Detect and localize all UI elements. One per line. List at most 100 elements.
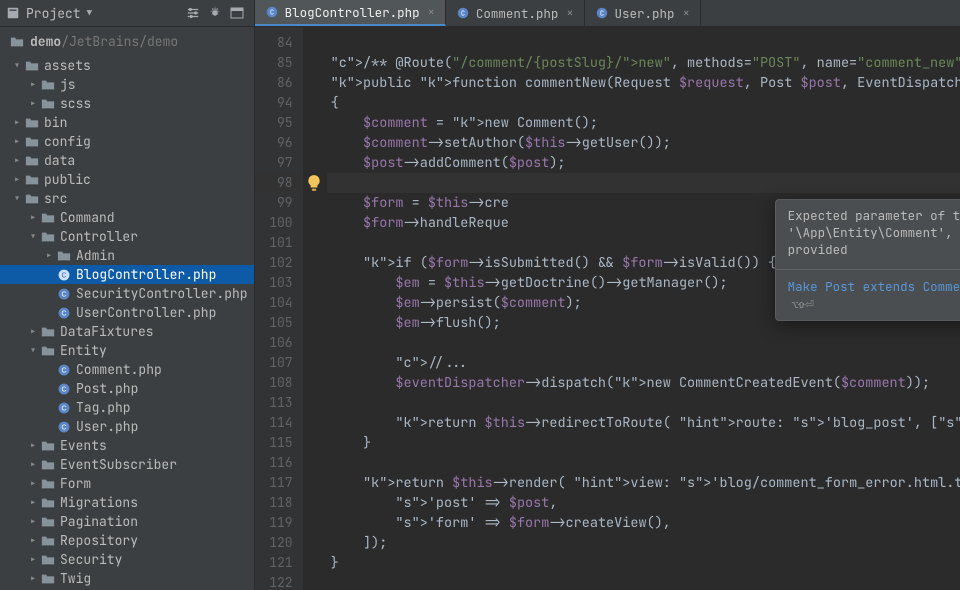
breadcrumb[interactable]: demo/JetBrains/demo [0,27,254,56]
tree-twisty[interactable]: ▸ [10,133,24,150]
sidebar-header: Project ▼ [0,0,254,27]
code-line[interactable]: "k">public "k">function commentNew(Reque… [327,73,960,93]
tree-twisty[interactable]: ▸ [26,475,40,492]
code-line[interactable]: ]); [327,533,960,553]
tree-twisty[interactable]: ▸ [26,456,40,473]
tree-twisty[interactable]: ▸ [26,95,40,112]
folder-item[interactable]: ▸ Events [0,436,254,455]
tree-label: Events [60,437,107,454]
close-icon[interactable]: × [566,5,573,21]
editor-tab[interactable]: CComment.php× [446,0,585,26]
folder-item[interactable]: ▸DataFixtures [0,322,254,341]
code-line[interactable] [327,333,960,353]
tree-label: Post.php [76,380,138,397]
folder-item[interactable]: ▸ Pagination [0,512,254,531]
folder-item[interactable]: ▸ Command [0,208,254,227]
tree-twisty[interactable]: ▾ [10,57,24,74]
close-icon[interactable]: × [428,4,435,20]
file-item[interactable]: CTag.php [0,398,254,417]
tree-label: User.php [76,418,138,435]
tree-twisty[interactable]: ▾ [26,228,40,245]
folder-item[interactable]: ▸EventSubscriber [0,455,254,474]
code-line[interactable]: "s">'post' => $post, [327,493,960,513]
sidebar-title: Project [26,5,81,22]
tree-label: Pagination [60,513,138,530]
file-item[interactable]: CSecurityController.php [0,284,254,303]
folder-item[interactable]: ▸data [0,151,254,170]
tree-twisty[interactable]: ▸ [26,532,40,549]
code-line[interactable]: "s">'form' => $form->createView(), [327,513,960,533]
folder-item[interactable]: ▸Twig [0,569,254,588]
folder-item[interactable]: ▸Form [0,474,254,493]
code-line[interactable]: "c">//... [327,353,960,373]
folder-item[interactable]: ▸ bin [0,113,254,132]
code-line[interactable]: "c">/** @Route("/comment/{postSlug}/">ne… [327,53,960,73]
tree-twisty[interactable]: ▸ [10,114,24,131]
folder-item[interactable]: ▾src [0,189,254,208]
tree-label: Security [60,551,122,568]
file-item[interactable]: CBlogController.php [0,265,254,284]
project-tree[interactable]: ▾assets▸js▸scss▸bin▸config▸data▸public▾s… [0,56,254,590]
folder-item[interactable]: ▸js [0,75,254,94]
folder-item[interactable]: ▸Migrations [0,493,254,512]
tree-twisty[interactable]: ▸ [10,152,24,169]
code-line[interactable]: "k">return $this->render( "hint">view: "… [327,473,960,493]
tree-twisty[interactable]: ▸ [26,437,40,454]
tree-twisty[interactable]: ▸ [26,76,40,93]
tree-twisty[interactable]: ▸ [26,551,40,568]
folder-item[interactable]: ▾assets [0,56,254,75]
tree-twisty[interactable]: ▾ [26,342,40,359]
code-line[interactable] [327,573,960,590]
editor-tab[interactable]: CBlogController.php× [255,0,446,26]
code-line[interactable]: $comment = "k">new Comment(); [327,113,960,133]
tree-twisty[interactable]: ▸ [26,513,40,530]
code-line[interactable] [327,173,960,193]
tree-twisty[interactable]: ▸ [26,494,40,511]
code-line[interactable] [327,453,960,473]
code-line[interactable]: $post->addComment($post); [327,153,960,173]
tree-label: bin [44,114,67,131]
chevron-down-icon[interactable]: ▼ [87,7,92,19]
code-area[interactable]: 8485869495969798991001011021031041051061… [255,27,960,590]
folder-item[interactable]: ▾Entity [0,341,254,360]
gear-icon[interactable] [204,2,226,24]
hide-icon[interactable] [226,2,248,24]
code-line[interactable]: $comment->setAuthor($this->getUser()); [327,133,960,153]
tree-label: Command [60,209,115,226]
folder-item[interactable]: ▸Repository [0,531,254,550]
line-number: 84 [255,33,303,53]
code-line[interactable]: $eventDispatcher->dispatch("k">new Comme… [327,373,960,393]
tree-twisty[interactable]: ▾ [10,190,24,207]
lightbulb-icon[interactable] [305,174,323,192]
folder-item[interactable]: ▸ Security [0,550,254,569]
close-icon[interactable]: × [683,5,690,21]
code-line[interactable]: { [327,93,960,113]
file-item[interactable]: CPost.php [0,379,254,398]
code-line[interactable] [327,33,960,53]
file-item[interactable]: CUser.php [0,417,254,436]
folder-item[interactable]: ▸Admin [0,246,254,265]
folder-item[interactable]: ▾Controller [0,227,254,246]
tree-twisty[interactable]: ▸ [26,323,40,340]
tab-label: User.php [615,5,675,22]
quickfix-link[interactable]: Make Post extends Comment [788,278,960,295]
folder-item[interactable]: ▸scss [0,94,254,113]
editor-tabs[interactable]: CBlogController.php×CComment.php×CUser.p… [255,0,960,27]
folder-item[interactable]: ▸config [0,132,254,151]
line-number: 121 [255,553,303,573]
file-item[interactable]: CUserController.php [0,303,254,322]
tree-twisty[interactable]: ▸ [42,247,56,264]
code-line[interactable]: "k">return $this->redirectToRoute( "hint… [327,413,960,433]
tree-twisty[interactable]: ▸ [26,209,40,226]
editor-tab[interactable]: CUser.php× [585,0,701,26]
folder-item[interactable]: ▸public [0,170,254,189]
line-number: 118 [255,493,303,513]
file-item[interactable]: CComment.php [0,360,254,379]
code-line[interactable]: } [327,553,960,573]
settings-sliders-icon[interactable] [182,2,204,24]
tree-twisty[interactable]: ▸ [26,570,40,587]
php-file-icon: C [56,362,72,378]
tree-twisty[interactable]: ▸ [10,171,24,188]
code-line[interactable]: } [327,433,960,453]
code-line[interactable] [327,393,960,413]
